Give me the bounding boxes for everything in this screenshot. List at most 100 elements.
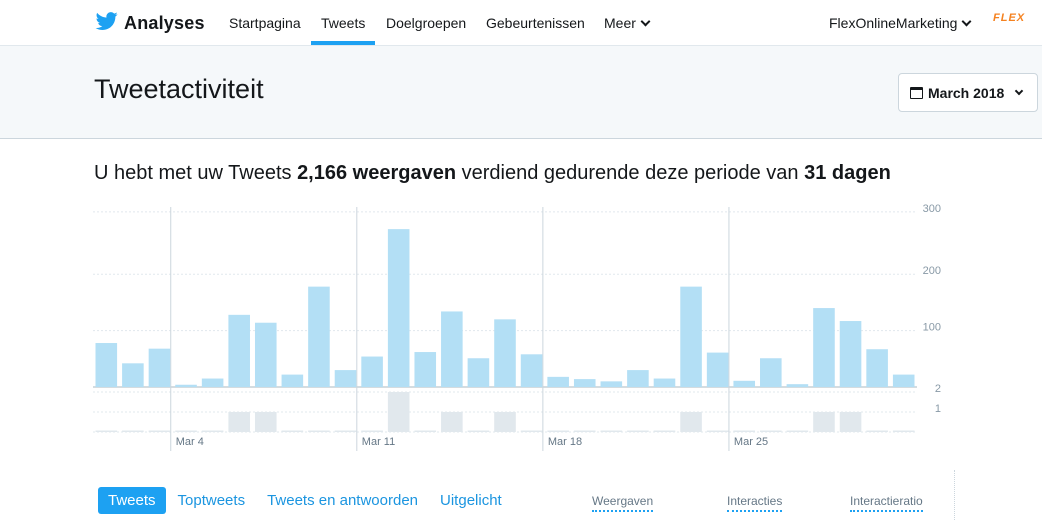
tweets-bar: [308, 430, 330, 432]
tweets-bar: [680, 412, 702, 432]
impressions-bar: [148, 348, 171, 387]
tweets-bar: [148, 430, 171, 432]
impressions-bar: [706, 352, 729, 387]
tweets-bar: [361, 430, 383, 432]
calendar-icon: [910, 86, 923, 99]
tweets-bar: [520, 430, 543, 432]
tweets-bar: [706, 430, 729, 432]
impressions-bar: [494, 319, 516, 387]
impressions-bar: [361, 356, 383, 387]
tweets-bar: [441, 412, 463, 432]
x-tick-label: Mar 18: [548, 436, 582, 448]
tweets-bar: [387, 392, 410, 432]
tweets-bar: [733, 430, 756, 432]
metric-interactions-header[interactable]: Interacties: [727, 494, 783, 512]
brand-label: Analyses: [124, 13, 205, 33]
tab-tweets-en-antwoorden[interactable]: Tweets en antwoorden: [267, 492, 418, 509]
brand[interactable]: Analyses: [95, 10, 205, 37]
metric-impressions-header[interactable]: Weergaven: [592, 494, 654, 512]
summary-middle: verdiend gedurende deze periode van: [461, 162, 799, 184]
nav-startpagina[interactable]: Startpagina: [229, 15, 301, 31]
tab-uitgelicht[interactable]: Uitgelicht: [440, 492, 502, 509]
tweets-bar: [866, 430, 888, 432]
summary-text: U hebt met uw Tweets 2,166 weergaven ver…: [94, 162, 891, 185]
impressions-bar: [866, 349, 888, 387]
nav-meer[interactable]: Meer: [604, 15, 651, 31]
metric-engagement-rate-header[interactable]: Interactieratio: [850, 494, 923, 512]
impressions-bar: [786, 384, 809, 387]
impressions-bar: [95, 343, 118, 387]
impressions-bar: [520, 354, 543, 387]
impressions-bar: [573, 379, 596, 387]
tweets-bar: [467, 430, 490, 432]
tweets-bar: [760, 430, 782, 432]
impressions-bar: [281, 374, 304, 387]
impressions-bar: [627, 370, 649, 387]
account-name: FlexOnlineMarketing: [829, 15, 958, 31]
impressions-bar: [441, 311, 463, 387]
impressions-bar: [228, 314, 250, 387]
impressions-bar: [387, 229, 410, 387]
impressions-bar: [201, 378, 224, 387]
impressions-chart: Mar 4 Mar 11 Mar 18 Mar 25 100 200 300 1 2: [93, 203, 941, 451]
tweets-y-tick-label: 1: [935, 403, 941, 415]
impressions-bar: [600, 381, 623, 387]
tweets-bar: [254, 412, 277, 432]
tab-tweets[interactable]: Tweets: [98, 487, 166, 514]
impressions-bar: [653, 378, 676, 387]
impressions-bar: [175, 384, 197, 387]
tweets-bar: [627, 430, 649, 432]
date-range-button[interactable]: March 2018: [898, 73, 1038, 112]
tweets-bar: [414, 430, 437, 432]
account-logo[interactable]: FLEX: [993, 12, 1025, 24]
x-tick-label: Mar 11: [362, 436, 395, 448]
tweets-bar: [786, 430, 809, 432]
summary-impressions: 2,166 weergaven: [297, 162, 457, 184]
tweets-bar: [839, 412, 862, 432]
summary-prefix: U hebt met uw Tweets: [94, 162, 292, 184]
impressions-bar: [334, 370, 357, 387]
tweets-bar: [201, 430, 224, 432]
y-tick-label: 200: [923, 265, 941, 277]
x-tick-label: Mar 25: [734, 436, 768, 448]
summary-days: 31 dagen: [804, 162, 891, 184]
impressions-bar: [122, 363, 144, 387]
impressions-bar: [254, 322, 277, 387]
active-nav-indicator: [311, 41, 375, 45]
tweets-bar: [573, 430, 596, 432]
impressions-bar: [733, 380, 756, 387]
x-tick-label: Mar 4: [176, 436, 204, 448]
twitter-bird-icon: [95, 10, 119, 37]
nav-gebeurtenissen[interactable]: Gebeurtenissen: [486, 15, 585, 31]
nav-meer-label: Meer: [604, 15, 636, 31]
y-tick-label: 100: [923, 322, 941, 334]
date-range-label: March 2018: [928, 84, 1005, 101]
account-menu[interactable]: FlexOnlineMarketing: [829, 15, 972, 31]
column-divider: [954, 470, 955, 520]
nav-doelgroepen[interactable]: Doelgroepen: [386, 15, 466, 31]
tweets-bar: [175, 430, 197, 432]
impressions-bar: [892, 374, 915, 387]
tweets-bar: [95, 430, 118, 432]
impressions-bar: [308, 286, 330, 387]
chevron-down-icon: [640, 16, 651, 27]
tweets-bar: [892, 430, 915, 432]
impressions-bar: [680, 286, 702, 387]
tweets-bar: [334, 430, 357, 432]
tweets-bar: [122, 430, 144, 432]
top-navigation: Analyses Startpagina Tweets Doelgroepen …: [0, 0, 1042, 46]
y-tick-label: 300: [923, 203, 941, 215]
nav-tweets[interactable]: Tweets: [321, 15, 365, 31]
impressions-bar: [813, 308, 835, 387]
tab-toptweets[interactable]: Toptweets: [178, 492, 246, 509]
tweet-filter-tabs: Tweets Toptweets Tweets en antwoorden Ui…: [98, 487, 524, 514]
tweets-bar: [813, 412, 835, 432]
tweets-bar: [547, 430, 569, 432]
impressions-bar: [414, 352, 437, 387]
page-title: Tweetactiviteit: [94, 74, 264, 104]
impressions-bar: [547, 376, 569, 387]
tweets-bar: [600, 430, 623, 432]
tweets-y-tick-label: 2: [935, 383, 941, 395]
tweets-bar: [653, 430, 676, 432]
page-header: Tweetactiviteit March 2018: [0, 46, 1042, 139]
